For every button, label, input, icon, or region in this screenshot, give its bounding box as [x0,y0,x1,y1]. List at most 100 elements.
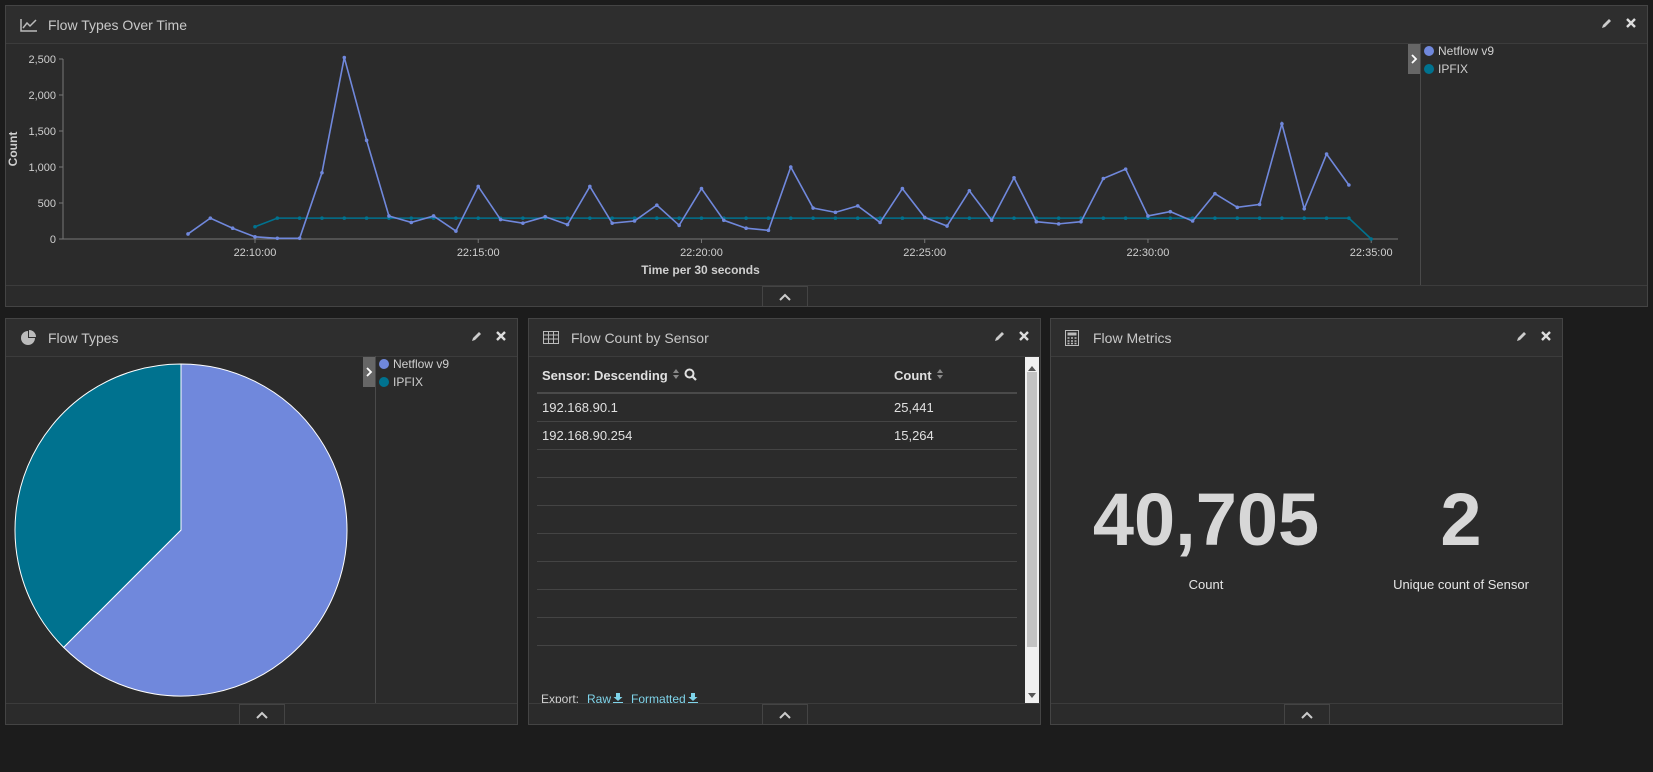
edit-pencil-icon[interactable] [471,330,483,344]
data-point [744,216,748,220]
data-point [1324,152,1329,156]
legend-divider [1420,43,1421,288]
data-point [855,216,860,220]
data-point [1347,183,1351,187]
table-row[interactable]: 192.168.90.254 15,264 [537,422,1017,450]
data-point [722,218,726,223]
panel-header: Flow Count by Sensor [529,319,1040,357]
flow-types-panel: Flow Types Netflow v9 IPFIX [5,318,518,725]
legend-item[interactable]: IPFIX [1424,60,1494,78]
empty-table-row [537,618,1017,646]
data-point [275,236,280,241]
panel-title: Flow Types Over Time [48,16,188,33]
data-point [1280,216,1284,220]
close-icon[interactable] [1625,17,1637,31]
flow-count-by-sensor-panel: Flow Count by Sensor Sensor: Descending … [528,318,1041,725]
legend-toggle-button[interactable] [363,357,375,387]
legend-item[interactable]: IPFIX [379,373,449,391]
legend-label: IPFIX [393,375,424,389]
data-point [632,219,637,223]
data-point [230,226,235,230]
data-point [788,216,793,220]
panel-title: Flow Types [48,329,119,346]
data-point [945,216,949,220]
data-point [1280,122,1284,126]
data-point [677,216,681,220]
cell-sensor: 192.168.90.254 [542,428,633,443]
y-tick-label: 1,500 [28,126,56,138]
legend-label: Netflow v9 [393,357,450,371]
data-point [208,216,213,220]
data-point [1213,191,1217,196]
close-icon[interactable] [1018,330,1030,344]
scrollbar-thumb[interactable] [1027,372,1037,647]
column-header-label: Sensor: Descending [542,368,668,383]
data-point [342,216,347,220]
empty-table-row [537,506,1017,534]
data-point [1012,216,1016,220]
data-point [565,216,570,220]
flow-types-over-time-panel: Flow Types Over Time 0 500 1,000 1,500 2,000… [5,5,1648,307]
edit-pencil-icon[interactable] [994,330,1006,344]
legend-swatch [1424,46,1434,56]
close-icon[interactable] [1540,330,1552,344]
series-line-ipfix [254,217,1372,240]
metric-unique-sensor-value: 2 [1440,478,1482,561]
data-point [1324,216,1329,220]
data-point [655,216,659,220]
edit-pencil-icon[interactable] [1516,330,1528,344]
close-icon[interactable] [495,330,507,344]
x-tick-label: 22:20:00 [680,247,723,259]
table-row[interactable]: 192.168.90.1 25,441 [537,394,1017,422]
legend-toggle-button[interactable] [1408,44,1420,74]
y-tick-label: 2,000 [28,90,56,102]
data-point [1123,216,1128,220]
data-point [409,220,414,225]
sort-icon[interactable] [936,368,944,383]
column-header-sensor[interactable]: Sensor: Descending [537,368,894,384]
data-point [1168,209,1173,214]
legend-item[interactable]: Netflow v9 [379,355,449,373]
data-point [320,170,324,175]
data-point [655,203,659,207]
data-point [1079,219,1083,224]
scroll-down-arrow-icon[interactable] [1028,687,1036,702]
data-point [588,184,592,189]
search-icon[interactable] [684,368,697,384]
data-point [1302,206,1307,211]
data-point [967,216,972,220]
collapse-button[interactable] [239,704,285,724]
x-tick-label: 22:30:00 [1127,247,1170,259]
column-header-count[interactable]: Count [894,368,1017,383]
series-line-netflow-v9 [187,57,1350,240]
legend-item[interactable]: Netflow v9 [1424,42,1494,60]
collapse-button[interactable] [762,286,808,306]
data-point [521,221,525,225]
cell-count: 25,441 [894,400,934,415]
empty-table-row [537,562,1017,590]
panel-footer [6,285,1647,306]
data-point [1302,216,1307,220]
data-point [766,216,771,220]
legend-label: Netflow v9 [1438,44,1495,58]
data-point [833,210,838,215]
edit-pencil-icon[interactable] [1601,17,1613,31]
cell-count: 15,264 [894,428,934,443]
column-header-label: Count [894,368,932,383]
data-point [1123,167,1128,171]
x-tick-label: 22:10:00 [234,247,277,259]
data-point [833,216,838,220]
collapse-button[interactable] [1284,704,1330,724]
table-icon [543,330,563,346]
vertical-scrollbar[interactable] [1025,357,1039,704]
metric-count-value: 40,705 [1092,478,1320,561]
sort-icon[interactable] [672,368,680,383]
data-point [1168,216,1173,220]
panel-header: Flow Types [6,319,517,357]
data-point [878,220,882,225]
data-point [409,216,414,220]
sensor-table: Sensor: Descending Count 192.168.90.1 25… [537,359,1017,646]
data-point [253,235,257,239]
collapse-button[interactable] [762,704,808,724]
line-chart-icon [20,17,40,33]
